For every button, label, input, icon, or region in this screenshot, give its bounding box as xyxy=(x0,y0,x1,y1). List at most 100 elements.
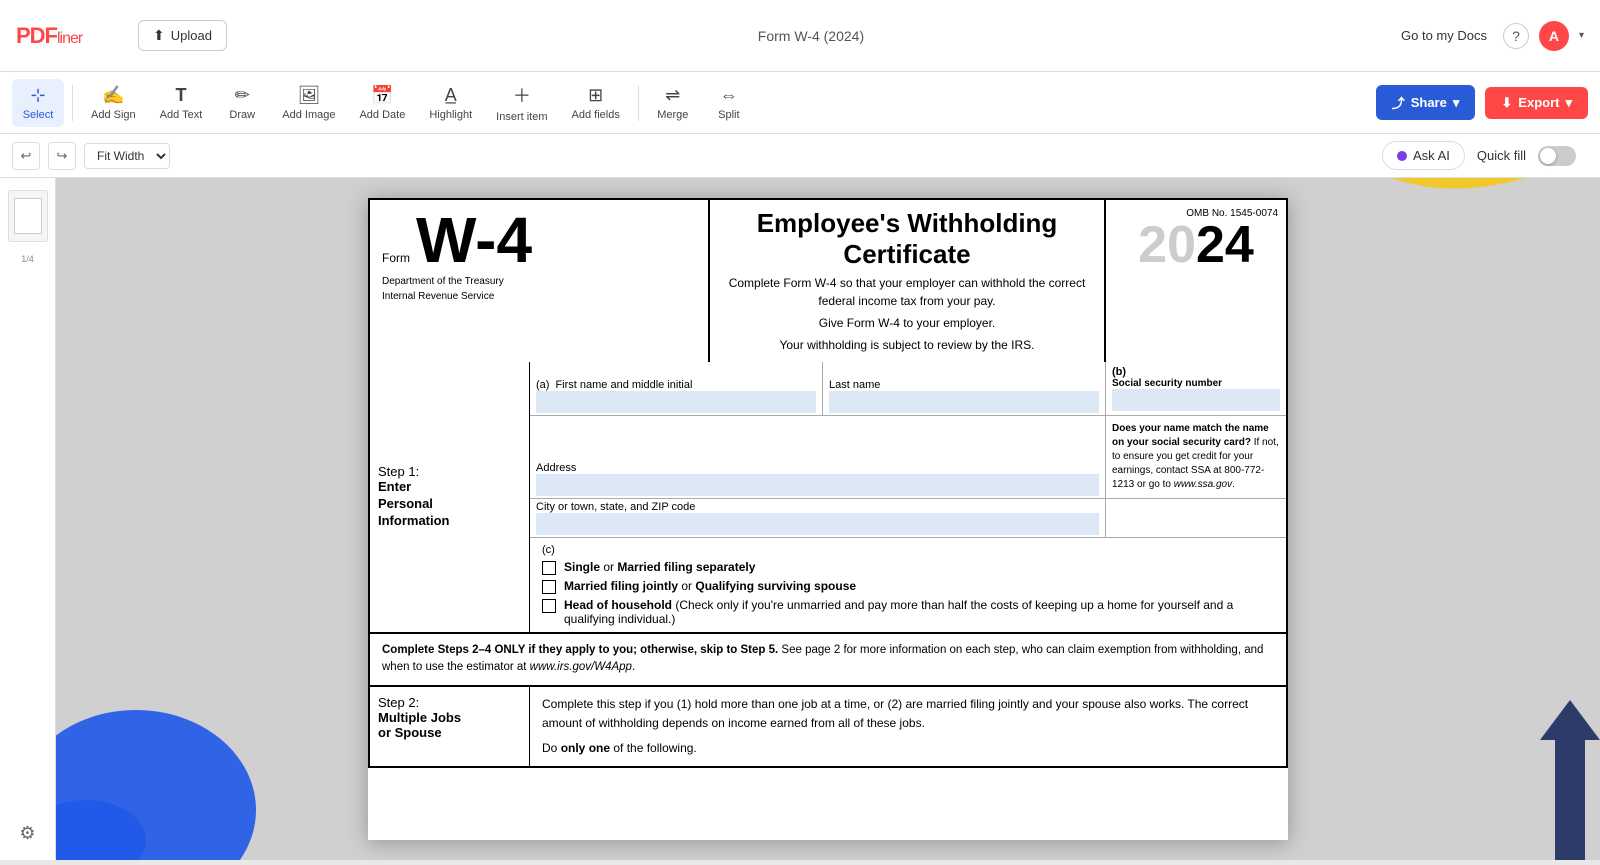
logo: PDFliner xyxy=(16,23,82,49)
share-icon: ⤴ xyxy=(1392,93,1405,112)
toolbar: ⊹ Select ✍ Add Sign T Add Text ✏ Draw 🖼 … xyxy=(0,72,1600,134)
checkbox-married-jointly-box[interactable] xyxy=(542,580,556,594)
toggle-knob xyxy=(1540,148,1556,164)
ssn-note: Does your name match the name on your so… xyxy=(1112,423,1279,490)
last-name-input[interactable] xyxy=(829,391,1099,413)
page-thumbnail[interactable] xyxy=(8,190,48,242)
first-name-input[interactable] xyxy=(536,391,816,413)
redo-button[interactable]: ↪ xyxy=(48,142,76,170)
ask-ai-button[interactable]: Ask AI xyxy=(1382,141,1465,170)
settings-icon[interactable]: ⚙ xyxy=(19,823,35,844)
checkbox-single-label: Single or Married filing separately xyxy=(564,560,755,574)
toolbar-divider-2 xyxy=(638,85,639,121)
topbar-right: Go to my Docs ? A ▾ xyxy=(1395,21,1600,51)
add-image-button[interactable]: 🖼 Add Image xyxy=(272,79,345,127)
insert-item-button[interactable]: ＋ Insert item xyxy=(486,76,557,129)
add-date-button[interactable]: 📅 Add Date xyxy=(349,79,415,127)
add-sign-icon: ✍ xyxy=(102,85,124,106)
ssn-note-cont xyxy=(1106,499,1286,537)
step2-content: Complete this step if you (1) hold more … xyxy=(530,687,1286,767)
address-row: Address Does your name match the name on… xyxy=(530,416,1286,499)
help-button[interactable]: ? xyxy=(1503,23,1529,49)
checkbox-single-box[interactable] xyxy=(542,561,556,575)
form-label: Form xyxy=(382,251,410,265)
pdf-page: Form W-4 Department of the Treasury Inte… xyxy=(368,198,1288,840)
ssn-container: (b) Social security number xyxy=(1106,362,1286,415)
checkbox-section: (c) Single or Married filing separately … xyxy=(530,538,1286,632)
ssn-note-cell: Does your name match the name on your so… xyxy=(1106,416,1286,498)
c-label: (c) xyxy=(542,544,1274,556)
step1-section: Step 1: Enter Personal Information (a) xyxy=(368,362,1288,634)
split-button[interactable]: ⇔ Split xyxy=(703,79,755,127)
city-input[interactable] xyxy=(536,513,1099,535)
doc-title: Form W-4 (2024) xyxy=(227,28,1395,44)
form-w4-title: W-4 xyxy=(416,208,532,272)
add-fields-icon: ⊞ xyxy=(588,85,603,106)
name-row: (a) First name and middle initial Last n… xyxy=(530,362,1286,416)
upload-button[interactable]: ⬆ Upload xyxy=(138,20,227,51)
address-label: Address xyxy=(536,462,1099,474)
form-sub3: Your withholding is subject to review by… xyxy=(718,336,1096,354)
split-icon: ⇔ xyxy=(720,85,738,106)
step1-label: Step 1: Enter Personal Information xyxy=(370,362,530,632)
step1-row: Step 1: Enter Personal Information (a) xyxy=(370,362,1286,632)
upload-icon: ⬆ xyxy=(153,27,165,44)
checkbox-head-household-label: Head of household (Check only if you're … xyxy=(564,598,1274,626)
ssn-input[interactable] xyxy=(1112,389,1280,411)
step2-para2: Do only one of the following. xyxy=(542,739,1274,758)
form-header: Form W-4 Department of the Treasury Inte… xyxy=(368,198,1288,362)
step2-section: Step 2: Multiple Jobs or Spouse Complete… xyxy=(368,687,1288,769)
step2-label: Step 2: Multiple Jobs or Spouse xyxy=(370,687,530,767)
city-label: City or town, state, and ZIP code xyxy=(536,501,1099,513)
left-sidebar: 1/4 ⚙ xyxy=(0,178,56,860)
add-text-icon: T xyxy=(175,85,186,106)
toolbar2: ↩ ↪ Fit Width Fit Page 50% 75% 100% 125%… xyxy=(0,134,1600,178)
draw-button[interactable]: ✏ Draw xyxy=(216,79,268,127)
undo-button[interactable]: ↩ xyxy=(12,142,40,170)
address-container: Address xyxy=(530,416,1106,498)
select-tool-button[interactable]: ⊹ Select xyxy=(12,79,64,127)
ssn-label: Social security number xyxy=(1112,378,1280,389)
city-container: City or town, state, and ZIP code xyxy=(530,499,1106,537)
highlight-button[interactable]: A̲ Highlight xyxy=(419,79,482,127)
merge-icon: ⇌ xyxy=(665,85,680,106)
form-center-header: Employee's Withholding Certificate Compl… xyxy=(710,200,1106,362)
step1-subtitle: Enter Personal Information xyxy=(378,479,521,530)
select-icon: ⊹ xyxy=(30,85,45,106)
form-left-header: Form W-4 Department of the Treasury Inte… xyxy=(370,200,710,362)
checkbox-married-jointly-label: Married filing jointly or Qualifying sur… xyxy=(564,579,856,593)
field-a-label: (a) xyxy=(536,379,549,391)
quick-fill-toggle[interactable] xyxy=(1538,146,1576,166)
share-button[interactable]: ⤴ Share ▾ xyxy=(1376,85,1476,120)
add-fields-button[interactable]: ⊞ Add fields xyxy=(562,79,630,127)
topbar: PDFliner ⬆ Upload Form W-4 (2024) Go to … xyxy=(0,0,1600,72)
checkbox-head-household-box[interactable] xyxy=(542,599,556,613)
last-name-container: Last name xyxy=(823,362,1106,415)
avatar[interactable]: A xyxy=(1539,21,1569,51)
form-year: 2024 xyxy=(1114,219,1278,271)
quick-fill-label: Quick fill xyxy=(1477,148,1526,163)
avatar-chevron-icon[interactable]: ▾ xyxy=(1579,30,1584,41)
form-title: Employee's Withholding Certificate xyxy=(718,208,1096,270)
go-to-docs-button[interactable]: Go to my Docs xyxy=(1395,22,1493,49)
form-sub1: Complete Form W-4 so that your employer … xyxy=(718,274,1096,310)
checkbox-single: Single or Married filing separately xyxy=(542,560,1274,575)
highlight-icon: A̲ xyxy=(445,85,457,106)
zoom-select[interactable]: Fit Width Fit Page 50% 75% 100% 125% 150… xyxy=(84,143,170,169)
draw-icon: ✏ xyxy=(235,85,250,106)
add-sign-button[interactable]: ✍ Add Sign xyxy=(81,79,146,127)
step1-fields: (a) First name and middle initial Last n… xyxy=(530,362,1286,632)
add-text-button[interactable]: T Add Text xyxy=(150,79,213,127)
add-image-icon: 🖼 xyxy=(297,85,320,106)
export-button[interactable]: ⬇ Export ▾ xyxy=(1485,87,1588,119)
checkbox-head-household: Head of household (Check only if you're … xyxy=(542,598,1274,626)
merge-button[interactable]: ⇌ Merge xyxy=(647,79,699,127)
address-input[interactable] xyxy=(536,474,1099,496)
step2-title: Step 2: xyxy=(378,695,521,710)
toolbar-action-buttons: ⤴ Share ▾ ⬇ Export ▾ xyxy=(1376,85,1588,120)
export-icon: ⬇ xyxy=(1501,95,1512,111)
share-chevron-icon: ▾ xyxy=(1453,95,1460,111)
last-name-label: Last name xyxy=(829,379,1099,391)
insert-icon: ＋ xyxy=(513,82,531,108)
dept-line2: Internal Revenue Service xyxy=(382,291,696,302)
